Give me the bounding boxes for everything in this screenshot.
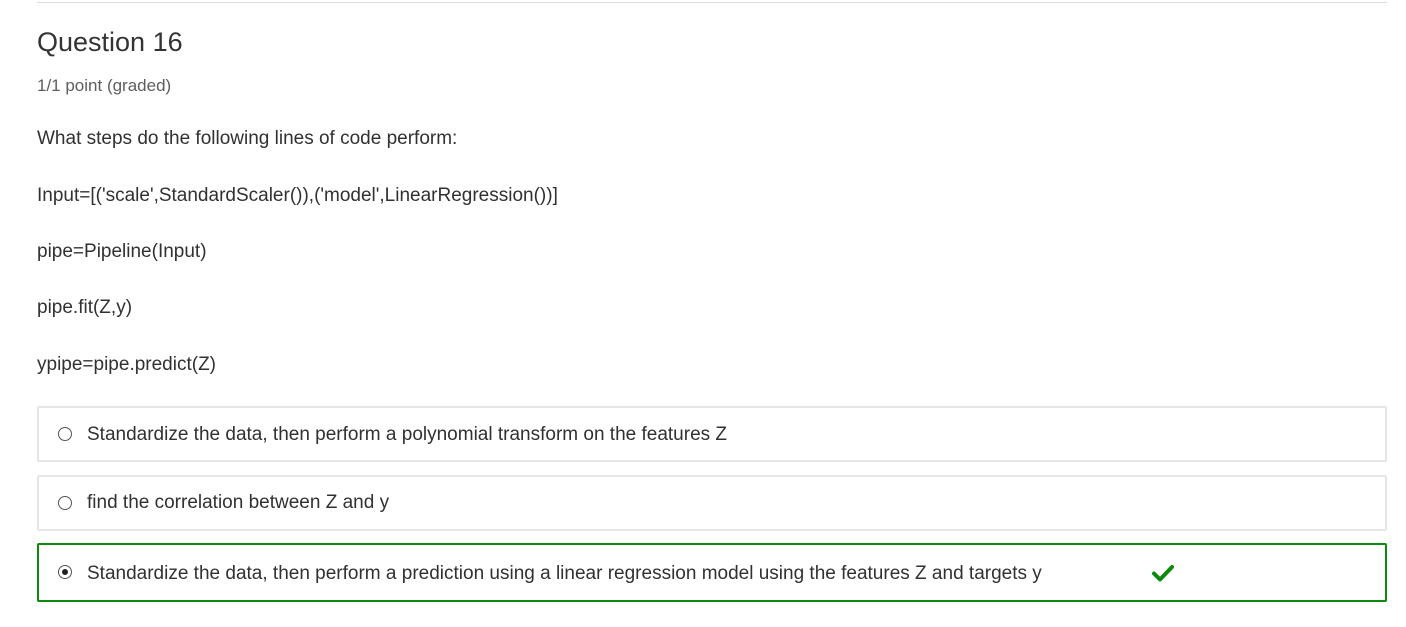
points-status: 1/1 point (graded) <box>37 76 172 95</box>
radio-button-2[interactable] <box>58 496 72 510</box>
choice-option-3[interactable]: Standardize the data, then perform a pre… <box>37 543 1387 602</box>
code-line-fit: pipe.fit(Z,y) <box>37 297 133 318</box>
code-line-predict: ypipe=pipe.predict(Z) <box>37 354 217 375</box>
top-divider <box>37 2 1387 3</box>
choice-label-3[interactable]: Standardize the data, then perform a pre… <box>87 563 1042 585</box>
choice-option-1[interactable]: Standardize the data, then perform a pol… <box>37 406 1387 462</box>
radio-button-3[interactable] <box>58 565 72 579</box>
code-line-pipe: pipe=Pipeline(Input) <box>37 241 207 262</box>
code-line-input: Input=[('scale',StandardScaler()),('mode… <box>37 185 558 206</box>
question-prompt: What steps do the following lines of cod… <box>37 128 458 149</box>
choice-label-1[interactable]: Standardize the data, then perform a pol… <box>87 424 727 446</box>
checkmark-icon <box>1152 565 1174 582</box>
radio-button-1[interactable] <box>58 427 72 441</box>
choice-label-2[interactable]: find the correlation between Z and y <box>87 492 389 514</box>
choice-option-2[interactable]: find the correlation between Z and y <box>37 475 1387 531</box>
question-title: Question 16 <box>37 27 183 57</box>
